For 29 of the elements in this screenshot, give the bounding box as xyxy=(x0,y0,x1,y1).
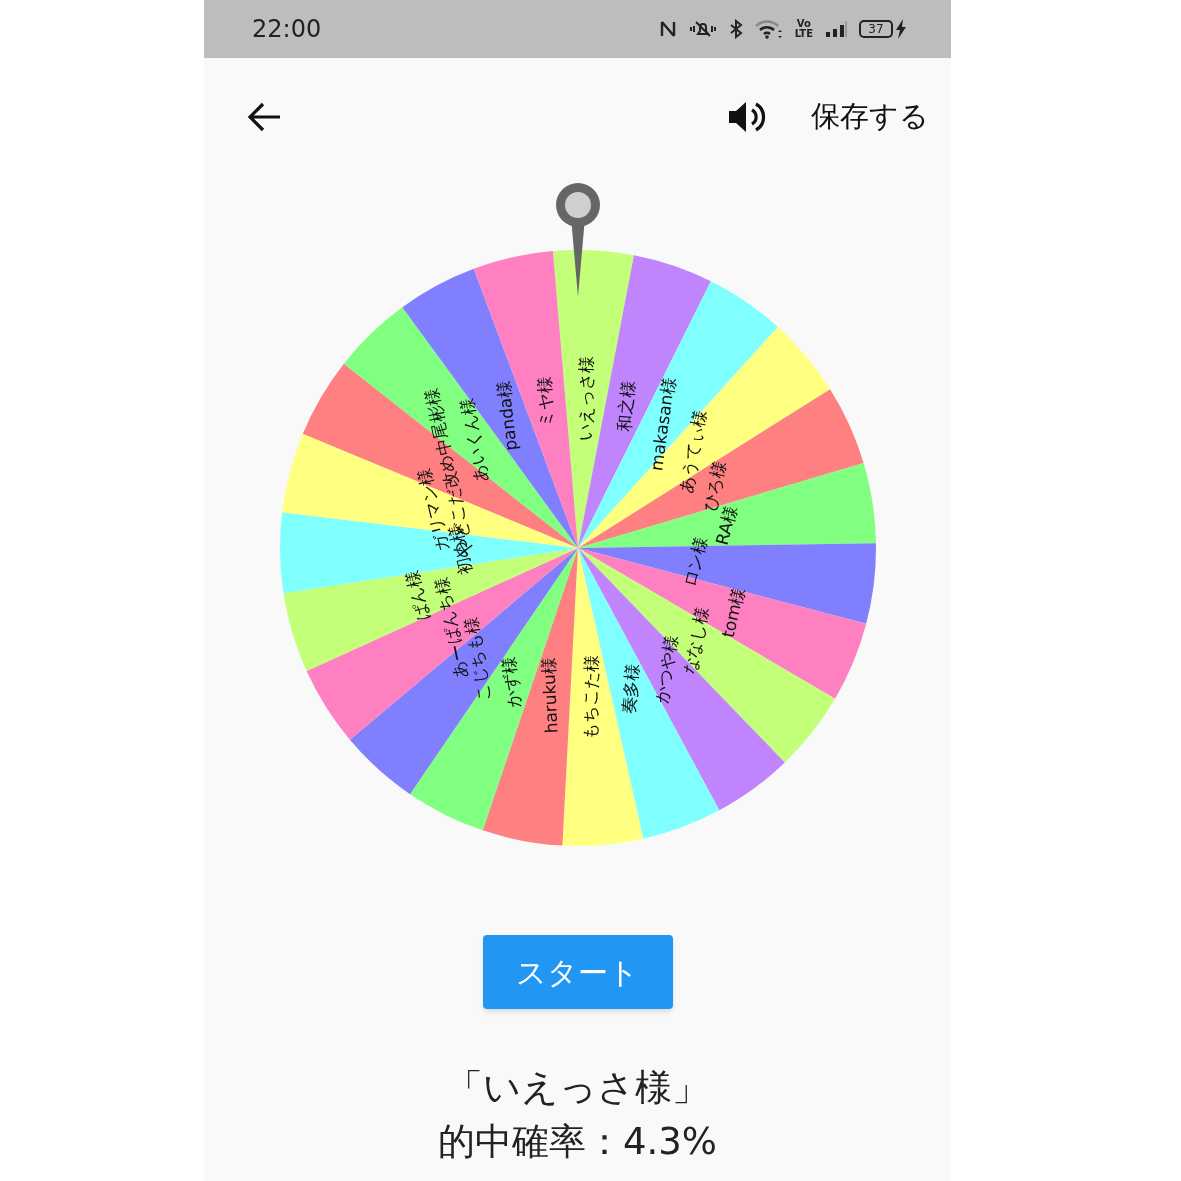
charging-icon xyxy=(895,19,907,39)
segment-label: ミヤ様 xyxy=(533,375,557,428)
nfc-icon xyxy=(658,19,677,39)
speaker-icon xyxy=(727,99,767,135)
segment-label: ななし様 xyxy=(679,605,713,677)
battery-level: 37 xyxy=(868,23,884,35)
save-button[interactable]: 保存する xyxy=(807,95,933,139)
bluetooth-icon xyxy=(728,19,743,39)
result-name: 「いえっさ様」 xyxy=(446,1065,709,1111)
muted-bell-icon xyxy=(688,19,717,39)
back-arrow-icon xyxy=(247,102,281,132)
segment-label: ロン様 xyxy=(679,535,711,590)
segment-label: 和之様 xyxy=(614,379,638,433)
wifi-icon xyxy=(754,19,783,39)
network-label: Vo xyxy=(796,19,811,29)
segment-label: tom様 xyxy=(717,585,749,640)
segment-label: かつや様 xyxy=(651,634,682,705)
segment-label: 奏多様 xyxy=(618,662,643,715)
segment-label: haruku様 xyxy=(538,656,562,734)
segment-label: makasan様 xyxy=(646,376,679,472)
hit-probability: 的中確率：4.3% xyxy=(438,1119,717,1165)
signal-icon xyxy=(825,19,847,39)
segment-label: ぱん様 xyxy=(401,568,433,623)
status-time: 22:00 xyxy=(252,14,322,45)
network-label: LTE xyxy=(794,29,813,39)
segment-label: もちこた様 xyxy=(579,654,602,741)
segment-label: panda様 xyxy=(492,379,521,452)
segment-label: いえっさ様 xyxy=(575,355,597,441)
segment-label: かず様 xyxy=(498,655,524,709)
